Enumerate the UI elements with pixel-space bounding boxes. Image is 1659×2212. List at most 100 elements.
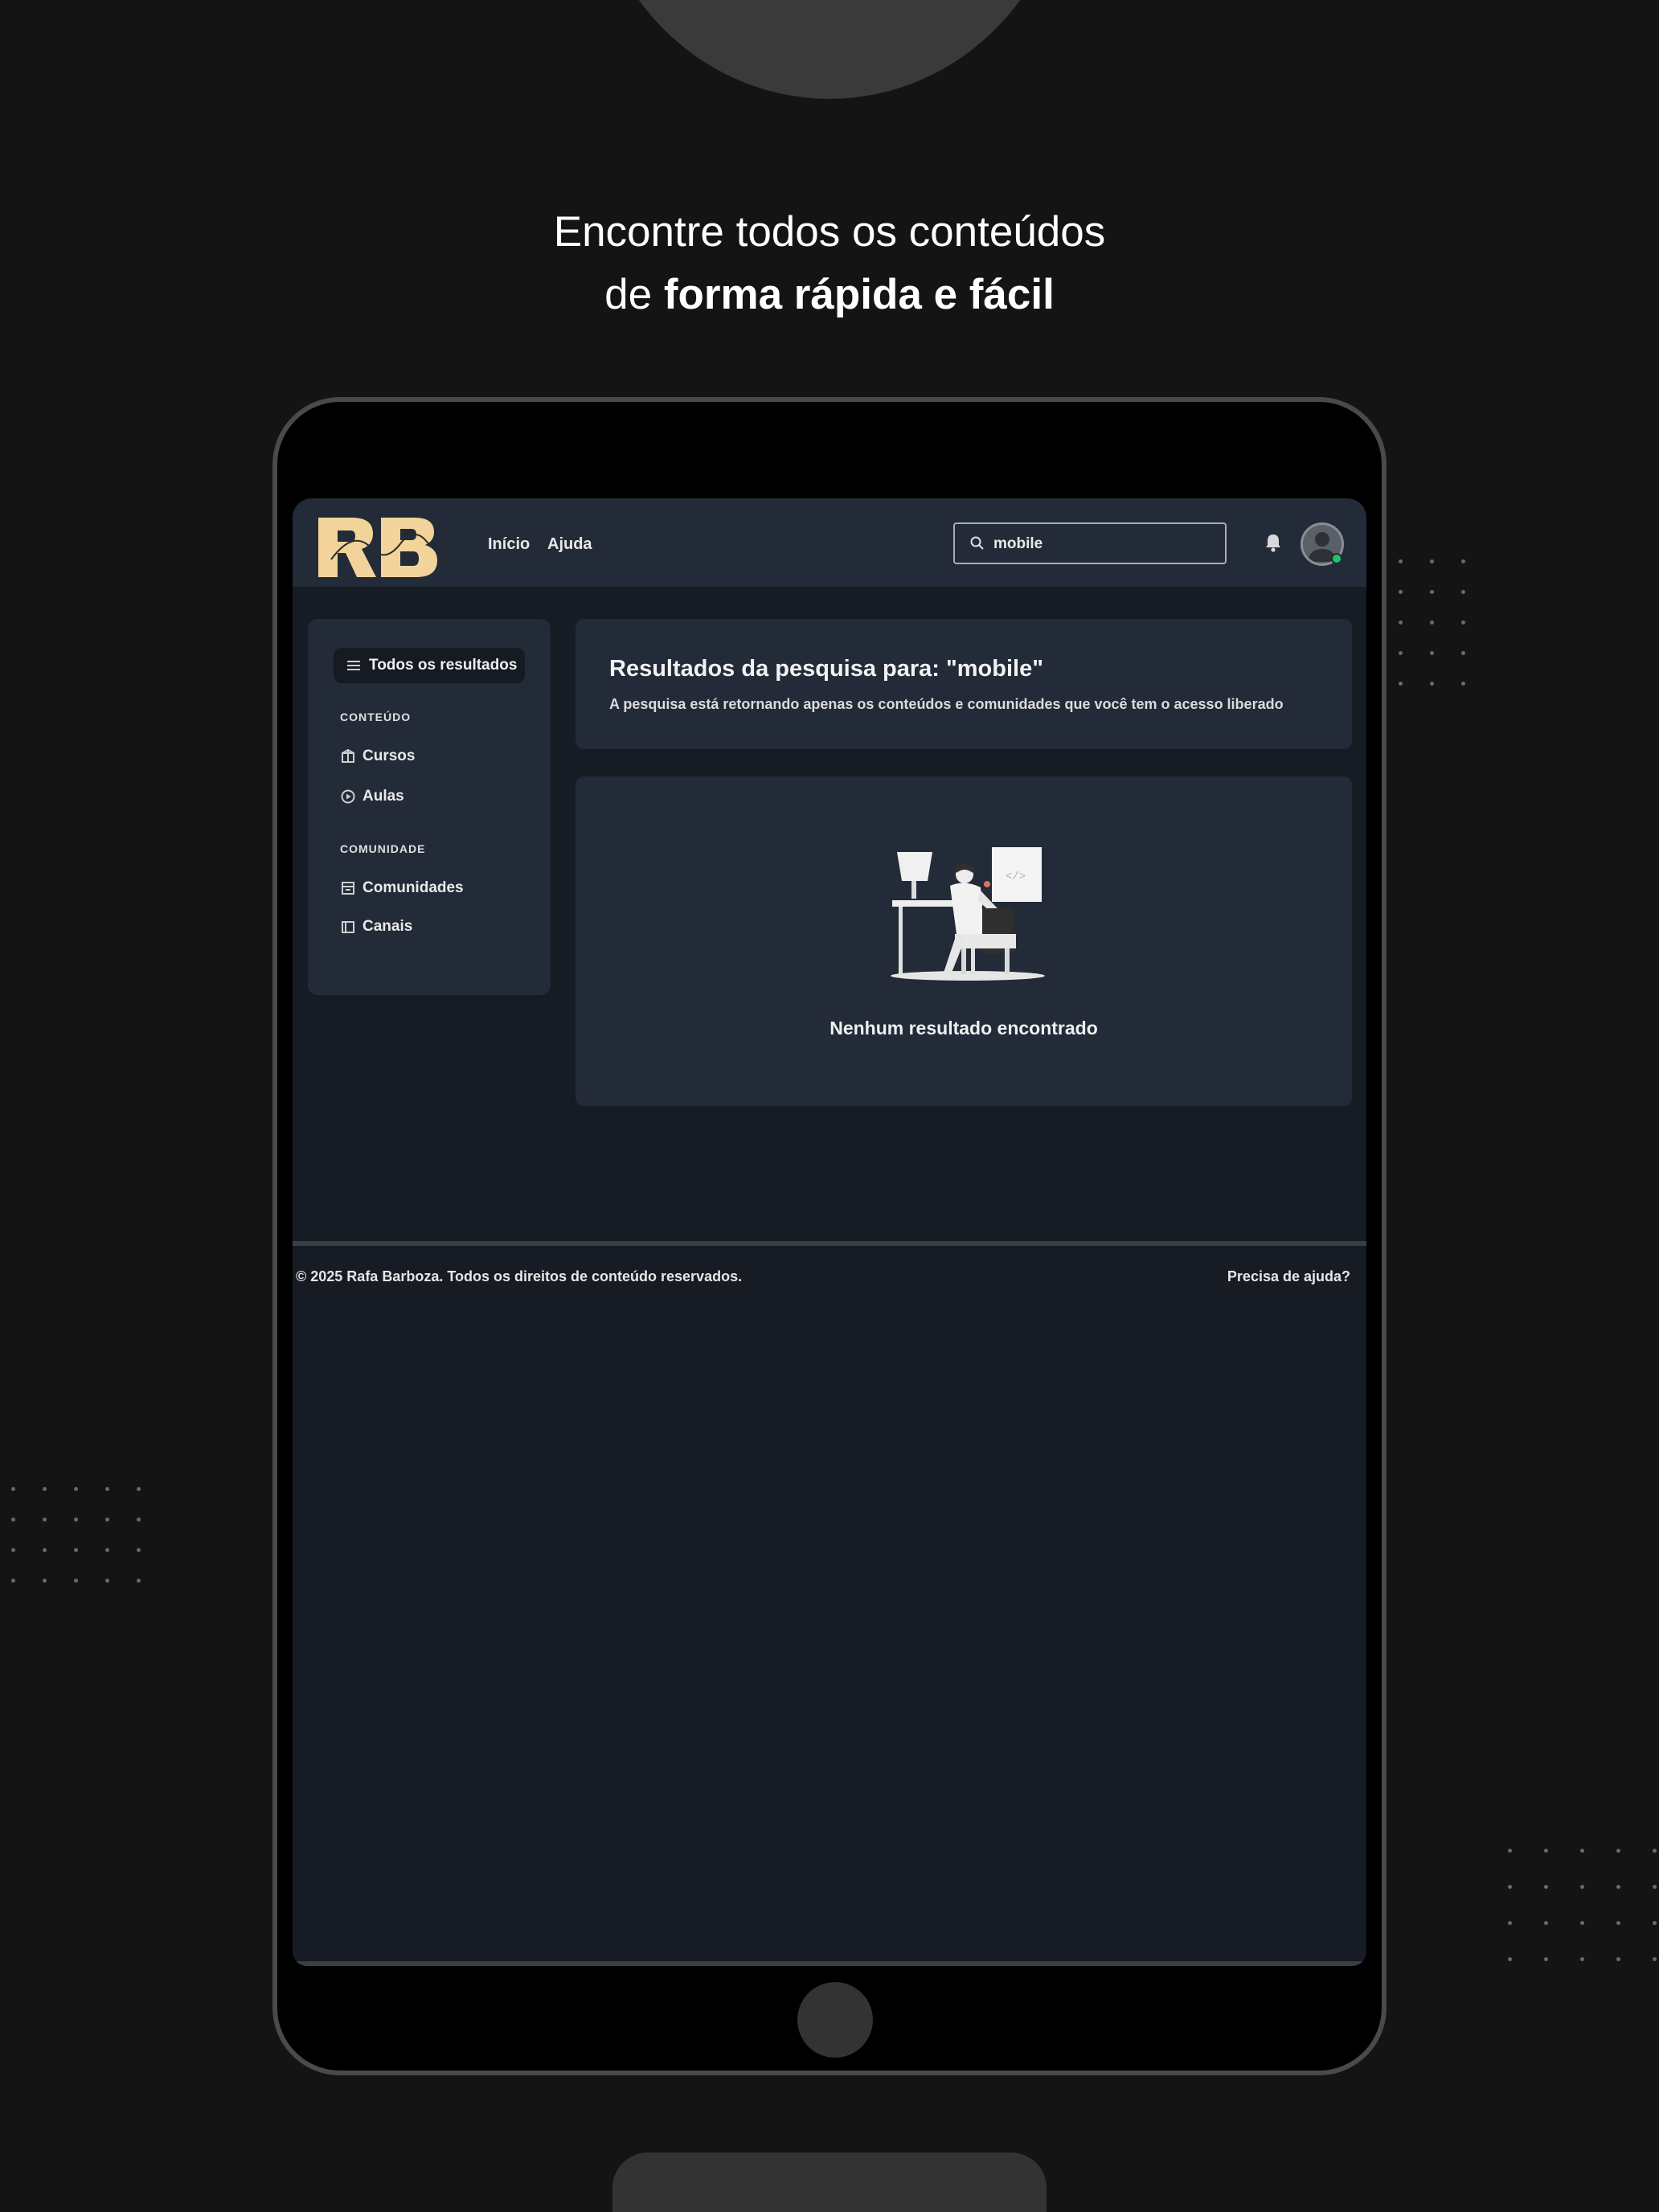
decorative-dot <box>1616 1957 1620 1961</box>
decorative-dot <box>105 1579 109 1583</box>
decorative-dot <box>1399 651 1403 655</box>
decorative-dot <box>1508 1885 1512 1889</box>
footer-copyright: © 2025 Rafa Barboza. Todos os direitos d… <box>296 1268 743 1284</box>
footer-help-link[interactable]: Precisa de ajuda? <box>1227 1268 1350 1285</box>
decorative-dot <box>43 1487 47 1491</box>
sidebar-item-label: Aulas <box>363 788 404 805</box>
decorative-dot <box>1653 1849 1657 1853</box>
decorative-dot <box>11 1487 15 1491</box>
empty-state-illustration: </> <box>887 844 1048 982</box>
decorative-dot-grid <box>11 1487 141 1583</box>
decorative-dot <box>1430 590 1434 594</box>
tablet-home-button <box>797 1982 873 2058</box>
decorative-dot <box>1580 1921 1584 1925</box>
decorative-dot <box>1616 1849 1620 1853</box>
decorative-dot <box>105 1548 109 1552</box>
decorative-dot <box>1508 1849 1512 1853</box>
person-at-desk-illustration: </> <box>891 847 1045 981</box>
decorative-dot <box>1399 559 1403 563</box>
sidebar-section-conteudo: CONTEÚDO <box>340 711 412 723</box>
headline-prefix: de <box>604 271 664 318</box>
box-icon <box>342 748 354 763</box>
decorative-dot <box>1461 590 1465 594</box>
decorative-dot <box>1653 1921 1657 1925</box>
decorative-dot <box>1430 559 1434 563</box>
decorative-dot <box>1430 651 1434 655</box>
decorative-dot <box>43 1518 47 1522</box>
headline-line-1: Encontre todos os conteúdos <box>553 208 1106 256</box>
headline-line-2: de forma rápida e fácil <box>0 264 1659 326</box>
nav-link-inicio[interactable]: Início <box>488 535 530 554</box>
decorative-dot <box>1461 621 1465 625</box>
play-circle-icon <box>341 789 355 804</box>
decorative-dot <box>1616 1885 1620 1889</box>
decorative-dot <box>137 1548 141 1552</box>
decorative-dot <box>1399 590 1403 594</box>
search-input[interactable] <box>993 532 1210 556</box>
headline-emphasis: forma rápida e fácil <box>663 271 1055 318</box>
sidebar-item-aulas[interactable]: Aulas <box>340 788 404 805</box>
rb-logo-mark <box>318 518 437 577</box>
app-screen: Início Ajuda Todos os resultados <box>293 498 1366 1966</box>
search-filter-sidebar: Todos os resultados CONTEÚDO Cursos Aula… <box>308 619 551 995</box>
decorative-dot <box>1653 1957 1657 1961</box>
decorative-dot-grid <box>1399 559 1465 686</box>
decorative-circle <box>590 0 1069 99</box>
decorative-dot <box>1461 651 1465 655</box>
decorative-dot <box>1580 1885 1584 1889</box>
decorative-dot <box>74 1548 78 1552</box>
decorative-dot <box>1399 682 1403 686</box>
decorative-dot <box>1399 621 1403 625</box>
sidebar-item-label: Todos os resultados <box>369 657 518 674</box>
rb-logo[interactable] <box>315 513 442 580</box>
sidebar-item-label: Canais <box>363 918 413 935</box>
footer-divider <box>293 1241 1366 1246</box>
decorative-dot <box>1616 1921 1620 1925</box>
sidebar-item-label: Comunidades <box>363 879 464 896</box>
sidebar-item-comunidades[interactable]: Comunidades <box>340 879 464 897</box>
decorative-dot <box>43 1579 47 1583</box>
bell-icon[interactable] <box>1264 532 1283 553</box>
decorative-dot <box>1580 1849 1584 1853</box>
empty-state-message: Nenhum resultado encontrado <box>830 1018 1098 1038</box>
sidebar-item-label: Cursos <box>363 748 416 764</box>
decorative-pill <box>612 2153 1047 2212</box>
online-status-dot <box>1331 553 1342 564</box>
decorative-dot <box>74 1518 78 1522</box>
decorative-dot <box>74 1487 78 1491</box>
search-box[interactable] <box>953 522 1227 564</box>
empty-state-card: </> Nenhum resultado encontrado <box>576 776 1352 1106</box>
decorative-dot <box>1544 1849 1548 1853</box>
marketing-headline: Encontre todos os conteúdos de forma ráp… <box>0 201 1659 326</box>
svg-text:</>: </> <box>1006 870 1026 883</box>
decorative-dot <box>1653 1885 1657 1889</box>
decorative-dot <box>74 1579 78 1583</box>
decorative-dot-grid <box>1508 1849 1657 1961</box>
decorative-dot <box>1430 682 1434 686</box>
decorative-dot <box>1580 1957 1584 1961</box>
results-subtitle: A pesquisa está retornando apenas os con… <box>609 696 1284 712</box>
decorative-dot <box>1544 1921 1548 1925</box>
decorative-dot <box>1508 1957 1512 1961</box>
sidebar-item-cursos[interactable]: Cursos <box>340 748 415 765</box>
decorative-dot <box>11 1579 15 1583</box>
nav-link-ajuda[interactable]: Ajuda <box>547 535 592 554</box>
decorative-dot <box>137 1518 141 1522</box>
decorative-dot <box>1544 1885 1548 1889</box>
sidebar-section-comunidade: COMUNIDADE <box>340 842 426 855</box>
search-results-header-card: Resultados da pesquisa para: "mobile" A … <box>576 619 1352 749</box>
results-title: Resultados da pesquisa para: "mobile" <box>609 656 1043 682</box>
decorative-dot <box>105 1518 109 1522</box>
search-icon <box>970 536 984 550</box>
decorative-dot <box>1544 1957 1548 1961</box>
decorative-dot <box>105 1487 109 1491</box>
decorative-dot <box>1461 559 1465 563</box>
decorative-dot <box>11 1518 15 1522</box>
decorative-dot <box>137 1579 141 1583</box>
sidebar-item-all-results[interactable]: Todos os resultados <box>334 648 525 683</box>
sidebar-item-canais[interactable]: Canais <box>340 918 412 936</box>
channel-icon <box>342 921 354 933</box>
screen-bottom-divider <box>293 1961 1366 1966</box>
decorative-dot <box>1461 682 1465 686</box>
list-icon <box>347 661 360 670</box>
